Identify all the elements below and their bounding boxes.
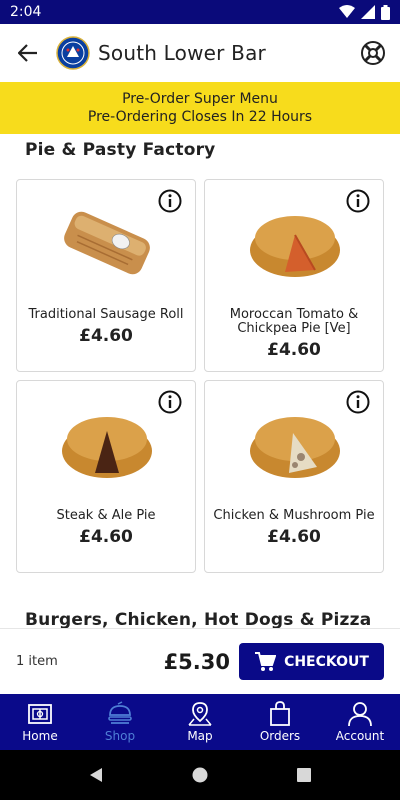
steak-ale-pie-image — [62, 417, 152, 478]
menu-content[interactable]: Pie & Pasty Factory Traditional Sausage … — [0, 134, 400, 628]
section-title: Pie & Pasty Factory — [25, 140, 216, 160]
product-info: Traditional Sausage Roll £4.60 — [17, 307, 195, 347]
arrow-back-icon — [18, 44, 37, 62]
nav-label: Shop — [104, 729, 136, 743]
product-name: Steak & Ale Pie — [56, 508, 156, 523]
product-name: Chicken & Mushroom Pie — [213, 508, 375, 523]
status-bar: 2:04 — [0, 0, 400, 24]
moroccan-pie-image — [250, 216, 340, 277]
basket-total: £5.30 — [163, 649, 230, 674]
nav-item-account[interactable]: Account — [320, 694, 400, 750]
venue-title: South Lower Bar — [98, 41, 266, 65]
system-recents-icon[interactable] — [296, 767, 312, 783]
nav-label: Map — [187, 729, 213, 743]
club-crest-icon — [56, 36, 90, 70]
checkout-label: CHECKOUT — [284, 653, 369, 670]
cart-icon — [255, 651, 277, 671]
info-icon[interactable] — [346, 189, 370, 213]
nav-label: Account — [335, 729, 385, 743]
banner-subtitle: Pre-Ordering Closes In 22 Hours — [87, 109, 313, 125]
banner-title: Pre-Order Super Menu — [122, 91, 278, 107]
product-price: £4.60 — [267, 340, 321, 360]
info-icon[interactable] — [346, 390, 370, 414]
person-icon — [348, 702, 372, 727]
product-card[interactable]: Traditional Sausage Roll £4.60 — [16, 179, 196, 372]
nav-item-map[interactable]: Map — [160, 694, 240, 750]
info-icon[interactable] — [158, 189, 182, 213]
signal-icon — [361, 5, 375, 19]
product-card[interactable]: Chicken & Mushroom Pie £4.60 — [204, 380, 384, 573]
status-icons — [339, 4, 390, 20]
product-info: Steak & Ale Pie £4.60 — [17, 508, 195, 548]
stadium-icon — [28, 704, 52, 724]
product-card[interactable]: Moroccan Tomato & Chickpea Pie [Ve] £4.6… — [204, 179, 384, 372]
basket-bar: 1 item £5.30 CHECKOUT — [0, 628, 400, 694]
map-pin-icon — [188, 702, 212, 726]
sausage-roll-image — [64, 211, 150, 275]
chicken-mushroom-pie-image — [250, 417, 340, 478]
battery-icon — [381, 4, 390, 20]
system-back-icon[interactable] — [88, 767, 104, 783]
nav-label: Home — [22, 729, 58, 743]
product-name: Moroccan Tomato & Chickpea Pie [Ve] — [229, 307, 359, 336]
wifi-icon — [339, 5, 355, 18]
system-nav-bar — [0, 750, 400, 800]
bag-icon — [270, 701, 290, 726]
product-grid: Traditional Sausage Roll £4.60 Moroccan … — [16, 179, 384, 573]
section-title: Burgers, Chicken, Hot Dogs & Pizza — [25, 610, 372, 628]
nav-item-orders[interactable]: Orders — [240, 694, 320, 750]
product-price: £4.60 — [267, 527, 321, 547]
product-info: Moroccan Tomato & Chickpea Pie [Ve] £4.6… — [205, 307, 383, 361]
status-time: 2:04 — [10, 4, 42, 20]
info-icon[interactable] — [158, 390, 182, 414]
lifebuoy-icon[interactable] — [360, 40, 386, 66]
back-button[interactable] — [14, 39, 42, 67]
nav-item-shop[interactable]: Shop — [80, 694, 160, 750]
checkout-button[interactable]: CHECKOUT — [239, 643, 384, 680]
app-header: South Lower Bar — [0, 24, 400, 82]
product-name: Traditional Sausage Roll — [28, 307, 184, 322]
basket-item-count: 1 item — [16, 654, 58, 669]
bottom-nav: Home Shop Map Orders Account — [0, 694, 400, 750]
product-card[interactable]: Steak & Ale Pie £4.60 — [16, 380, 196, 573]
product-info: Chicken & Mushroom Pie £4.60 — [205, 508, 383, 548]
food-icon — [108, 701, 132, 724]
nav-label: Orders — [259, 729, 301, 743]
product-price: £4.60 — [79, 527, 133, 547]
nav-item-home[interactable]: Home — [0, 694, 80, 750]
system-home-icon[interactable] — [192, 767, 208, 783]
preorder-banner: Pre-Order Super Menu Pre-Ordering Closes… — [0, 82, 400, 134]
product-price: £4.60 — [79, 326, 133, 346]
